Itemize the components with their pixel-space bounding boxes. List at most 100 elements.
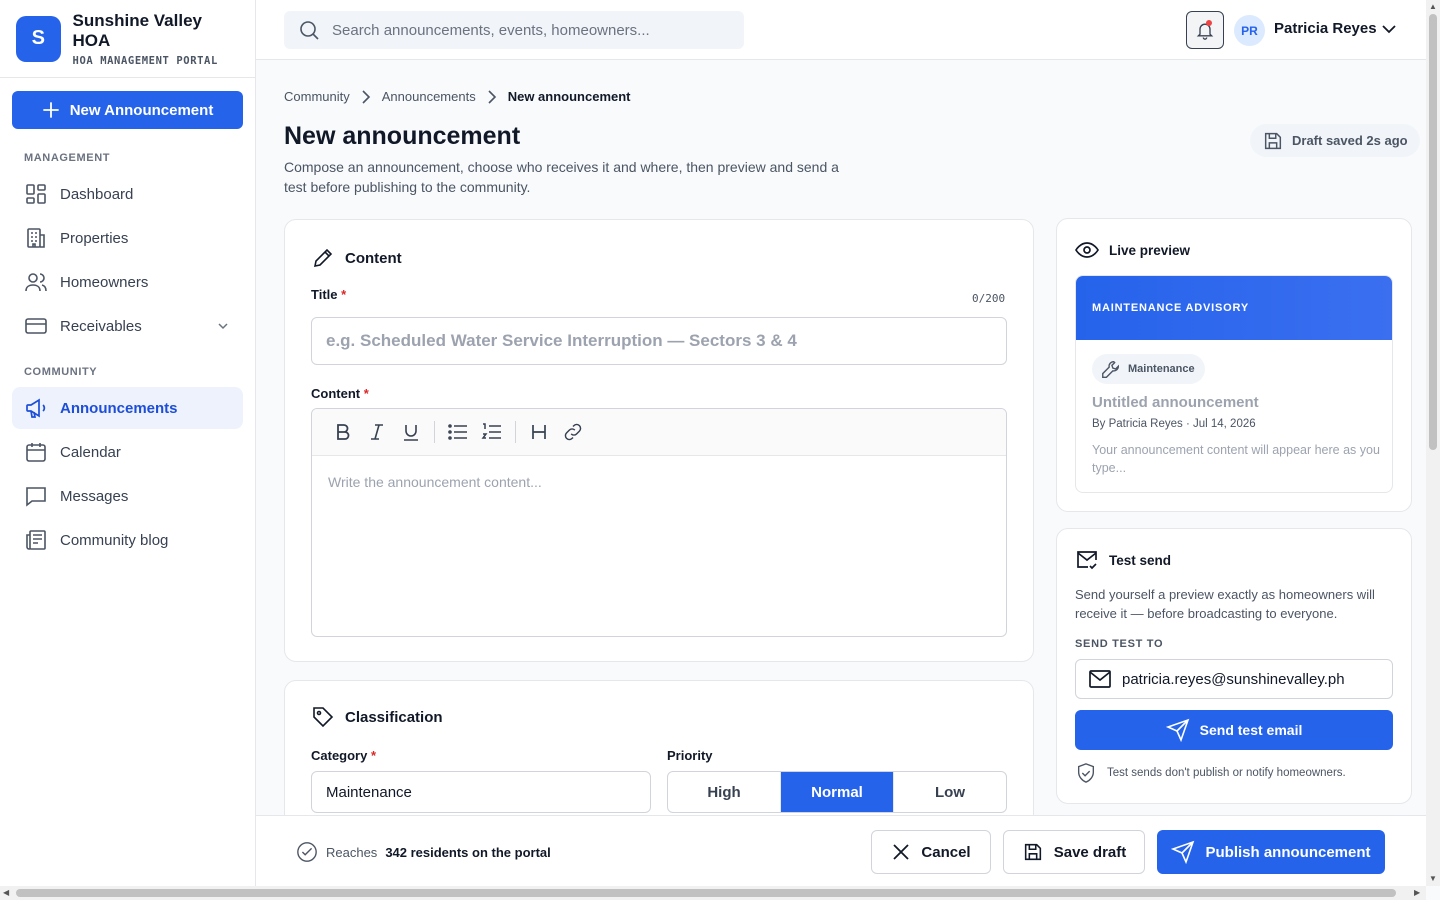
required-mark: *	[363, 386, 369, 401]
bold-button[interactable]	[326, 415, 360, 449]
preview-body: Your announcement content will appear he…	[1092, 443, 1380, 475]
breadcrumb-announcements[interactable]: Announcements	[382, 89, 476, 104]
content-textarea[interactable]: Write the announcement content...	[312, 456, 1006, 508]
breadcrumb-community[interactable]: Community	[284, 89, 350, 104]
sidebar-item-announcements[interactable]: Announcements	[12, 387, 243, 429]
content-card-header: Content	[311, 246, 402, 270]
sidebar-item-dashboard[interactable]: Dashboard	[12, 173, 243, 215]
draft-status-badge: Draft saved 2s ago	[1250, 124, 1420, 157]
scroll-up-arrow[interactable]: ▲	[1429, 2, 1437, 11]
link-button[interactable]	[556, 415, 590, 449]
send-test-email-button[interactable]: Send test email	[1075, 710, 1393, 750]
test-send-note-text: Test sends don't publish or notify homeo…	[1107, 767, 1346, 779]
underline-icon	[404, 425, 418, 441]
wrench-icon	[1102, 360, 1120, 378]
save-icon	[1264, 132, 1282, 149]
scroll-right-arrow[interactable]: ▶	[1414, 888, 1420, 897]
vertical-scroll-thumb[interactable]	[1429, 14, 1437, 450]
sidebar-item-label: Homeowners	[60, 273, 149, 291]
message-icon	[26, 487, 46, 507]
sidebar-item-calendar[interactable]: Calendar	[12, 431, 243, 473]
content-card: Content Title * 0/200 Content *	[284, 219, 1034, 662]
sidebar-item-community-blog[interactable]: Community blog	[12, 519, 243, 561]
save-draft-button[interactable]: Save draft	[1003, 830, 1145, 874]
scroll-left-arrow[interactable]: ◀	[3, 888, 9, 897]
test-send-header: Test send	[1075, 549, 1171, 571]
notifications-button[interactable]	[1186, 11, 1224, 49]
sidebar-item-label: Dashboard	[60, 185, 134, 203]
underline-button[interactable]	[394, 415, 428, 449]
horizontal-scroll-thumb[interactable]	[16, 889, 1396, 897]
chevron-right-icon	[488, 89, 496, 104]
bold-icon	[337, 424, 350, 440]
priority-normal[interactable]: Normal	[781, 772, 894, 812]
send-test-email-label: Send test email	[1199, 722, 1303, 738]
title-input[interactable]	[312, 318, 1006, 364]
close-icon	[893, 844, 910, 860]
publish-button[interactable]: Publish announcement	[1157, 830, 1385, 874]
priority-high[interactable]: High	[668, 772, 781, 812]
sidebar-item-label: Messages	[60, 487, 129, 505]
bullet-list-button[interactable]	[441, 415, 475, 449]
toolbar-divider	[515, 421, 516, 443]
publish-label: Publish announcement	[1205, 843, 1371, 861]
preview-banner: MAINTENANCE ADVISORY	[1076, 276, 1392, 340]
priority-toggle[interactable]: High Normal Low	[667, 771, 1007, 813]
avatar[interactable]: PR	[1234, 15, 1265, 46]
test-send-title: Test send	[1109, 552, 1172, 568]
test-email-value[interactable]: patricia.reyes@sunshinevalley.ph	[1122, 671, 1345, 688]
new-announcement-button[interactable]: New Announcement	[12, 91, 243, 129]
scroll-down-arrow[interactable]: ▼	[1429, 874, 1437, 883]
sidebar-item-receivables[interactable]: Receivables	[12, 305, 243, 347]
breadcrumb: Community Announcements New announcement	[284, 89, 631, 104]
notification-dot	[1206, 20, 1212, 26]
sidebar: S Sunshine Valley HOA HOA MANAGEMENT POR…	[0, 0, 256, 886]
sidebar-item-messages[interactable]: Messages	[12, 475, 243, 517]
chevron-down-icon[interactable]	[217, 320, 229, 332]
user-name[interactable]: Patricia Reyes	[1274, 20, 1377, 37]
send-icon	[1165, 718, 1189, 742]
search-input[interactable]	[332, 21, 732, 39]
draft-status-text: Draft saved 2s ago	[1292, 133, 1408, 148]
test-email-field[interactable]: patricia.reyes@sunshinevalley.ph	[1075, 659, 1393, 699]
save-icon	[1024, 843, 1041, 861]
test-send-note: Test sends don't publish or notify homeo…	[1075, 762, 1346, 784]
nav-section-management: MANAGEMENT	[24, 152, 111, 164]
content-editor[interactable]: Write the announcement content...	[311, 408, 1007, 637]
toolbar-divider	[434, 421, 435, 443]
calendar-icon	[26, 443, 46, 462]
brand-name: Sunshine Valley HOA	[72, 10, 202, 50]
title-field[interactable]	[311, 317, 1007, 365]
page-title: New announcement	[284, 122, 521, 150]
sidebar-item-properties[interactable]: Properties	[12, 217, 243, 259]
sidebar-item-label: Calendar	[60, 443, 121, 461]
sidebar-item-label: Community blog	[60, 531, 169, 549]
new-announcement-label: New Announcement	[69, 101, 214, 119]
brand: S Sunshine Valley HOA HOA MANAGEMENT POR…	[0, 0, 255, 78]
cancel-label: Cancel	[921, 843, 971, 861]
numbered-list-button[interactable]	[475, 415, 509, 449]
plus-icon	[42, 102, 59, 118]
italic-button[interactable]	[360, 415, 394, 449]
brand-logo: S	[16, 15, 61, 62]
sidebar-item-homeowners[interactable]: Homeowners	[12, 261, 243, 303]
title-label: Title *	[311, 287, 346, 302]
horizontal-scrollbar[interactable]: ◀ ▶	[0, 886, 1426, 900]
sidebar-item-label: Receivables	[60, 317, 142, 335]
search-icon	[300, 21, 319, 40]
cancel-button[interactable]: Cancel	[871, 830, 991, 874]
mail-check-icon	[1077, 551, 1097, 570]
vertical-scrollbar[interactable]: ▲ ▼	[1426, 0, 1440, 886]
priority-low[interactable]: Low	[894, 772, 1006, 812]
category-select[interactable]: Maintenance	[311, 771, 651, 813]
chevron-down-icon[interactable]	[1380, 20, 1398, 38]
classification-card-header: Classification	[311, 705, 443, 729]
tag-icon	[313, 707, 334, 728]
search-bar[interactable]	[284, 11, 744, 49]
credit-card-icon	[25, 318, 47, 334]
building-icon	[27, 228, 45, 248]
content-card-title: Content	[345, 249, 402, 267]
preview-chip-label: Maintenance	[1128, 363, 1195, 375]
bell-icon	[1196, 23, 1214, 40]
heading-button[interactable]	[522, 415, 556, 449]
